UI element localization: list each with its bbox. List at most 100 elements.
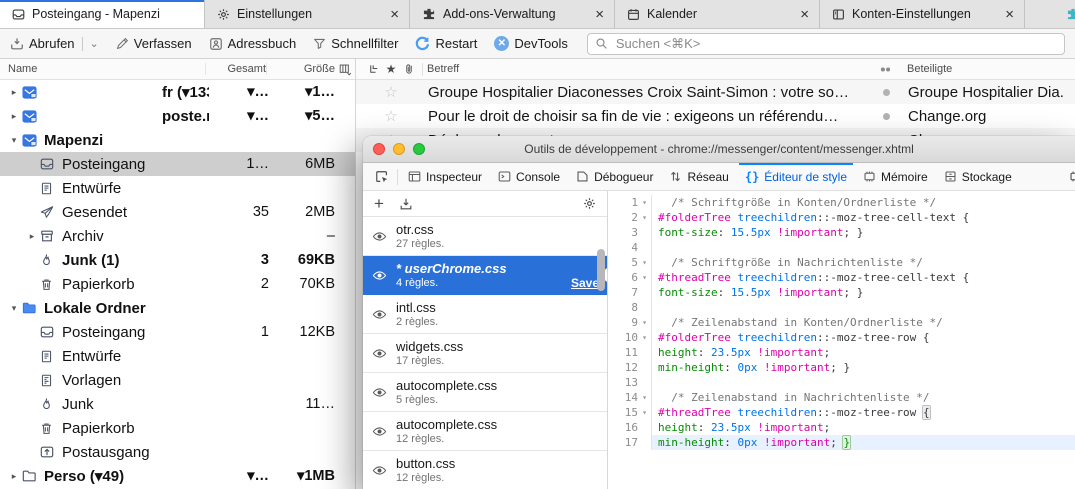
tab-add-ons-verwaltung[interactable]: Add-ons-Verwaltung×	[410, 0, 615, 28]
new-stylesheet-button[interactable]: +	[374, 196, 384, 211]
tab-close-icon[interactable]: ×	[1003, 6, 1016, 23]
twisty-icon[interactable]: ▸	[6, 111, 22, 122]
devtools-tab-d-bogueur[interactable]: Débogueur	[568, 163, 661, 190]
stylesheet-item-otr-css-0[interactable]: otr.css27 règles.	[363, 217, 607, 256]
save-link[interactable]: Save	[571, 276, 599, 290]
folder-row-archiv[interactable]: ▸Archiv–	[0, 224, 355, 248]
stylesheet-item-intl-css-2[interactable]: intl.css2 règles.	[363, 295, 607, 334]
minimize-window-button[interactable]	[393, 143, 405, 155]
close-window-button[interactable]	[373, 143, 385, 155]
devtools-titlebar[interactable]: Outils de développement - chrome://messe…	[363, 136, 1075, 163]
twisty-icon[interactable]: ▸	[6, 87, 22, 98]
folder-row-posteingang[interactable]: Posteingang1…6MB	[0, 152, 355, 176]
devtools-tab-r-seau[interactable]: Réseau	[661, 163, 736, 190]
tab-close-icon[interactable]: ×	[798, 6, 811, 23]
tab-close-icon[interactable]: ×	[388, 6, 401, 23]
folder-row-posteingang[interactable]: Posteingang112KB	[0, 320, 355, 344]
read-status-dot[interactable]	[883, 113, 890, 120]
message-row-2[interactable]: ☆Pour le droit de choisir sa fin de vie …	[356, 104, 1075, 128]
sidebar-scrollbar[interactable]	[597, 249, 605, 291]
star-column-icon[interactable]: ★	[382, 62, 400, 76]
fold-arrow-icon[interactable]: ▾	[638, 255, 651, 270]
options-gear-icon[interactable]	[583, 197, 596, 210]
get-mail-button[interactable]: Abrufen ⌄	[10, 36, 99, 51]
search-input[interactable]	[614, 35, 1057, 52]
devtools-button[interactable]: ✕ DevTools	[494, 36, 567, 51]
folder-row-papierkorb[interactable]: Papierkorb	[0, 416, 355, 440]
stylesheet-item-widgets-css-3[interactable]: widgets.css17 règles.	[363, 334, 607, 373]
eye-visibility-icon[interactable]	[372, 268, 387, 283]
pick-element-icon[interactable]	[367, 163, 397, 190]
tab-close-icon[interactable]: ×	[593, 6, 606, 23]
search-box[interactable]	[587, 33, 1065, 55]
stylesheet-item-userchrome-css-1[interactable]: * userChrome.css4 règles.Save	[363, 256, 607, 295]
message-row-1[interactable]: ☆Groupe Hospitalier Diaconesses Croix Sa…	[356, 80, 1075, 104]
fold-arrow-icon[interactable]: ▾	[638, 210, 651, 225]
devtools-tab-m-moire[interactable]: Mémoire	[855, 163, 936, 190]
devtools-tab-stockage[interactable]: Stockage	[936, 163, 1020, 190]
fold-arrow-icon[interactable]: ▾	[638, 405, 651, 420]
twisty-icon[interactable]: ▾	[6, 303, 22, 314]
devtools-tab-label: Réseau	[687, 170, 728, 184]
attachment-column-icon[interactable]	[400, 63, 418, 75]
tab-posteingang-mapenzi[interactable]: Posteingang - Mapenzi	[0, 0, 205, 28]
column-header-total[interactable]: Gesamt	[205, 63, 266, 75]
tab-kalender[interactable]: Kalender×	[615, 0, 820, 28]
folder-row-postausgang[interactable]: Postausgang	[0, 440, 355, 464]
eye-visibility-icon[interactable]	[372, 307, 387, 322]
chevron-down-icon[interactable]: ⌄	[90, 39, 99, 49]
column-header-name[interactable]: Name	[8, 63, 205, 75]
folder-row-perso-49[interactable]: ▸Perso (▾49)▾…▾1MB	[0, 464, 355, 488]
column-header-size[interactable]: Größe	[266, 63, 335, 75]
folder-row-entw-rfe[interactable]: Entwürfe	[0, 176, 355, 200]
fold-arrow-icon[interactable]: ▾	[638, 195, 651, 210]
star-icon[interactable]: ☆	[382, 83, 400, 101]
code-line-10: 10▾#folderTree treechildren::-moz-tree-r…	[608, 330, 1075, 345]
quick-filter-button[interactable]: Schnellfilter	[313, 36, 398, 51]
folder-row-gesendet[interactable]: Gesendet352MB	[0, 200, 355, 224]
thread-column-icon[interactable]	[364, 64, 382, 75]
read-status-column-icon[interactable]	[873, 66, 897, 73]
column-header-subject[interactable]: Betreff	[427, 63, 873, 75]
compose-button[interactable]: Verfassen	[116, 36, 192, 51]
column-header-correspondents[interactable]: Beteiligte	[897, 63, 1075, 75]
addon-puzzle-icon[interactable]	[1066, 7, 1075, 21]
devtools-tab-console[interactable]: Console	[490, 163, 568, 190]
tab-konten-einstellungen[interactable]: Konten-Einstellungen×	[820, 0, 1025, 28]
twisty-icon[interactable]: ▸	[6, 471, 22, 482]
folder-row-junk[interactable]: Junk11…	[0, 392, 355, 416]
tab-einstellungen[interactable]: Einstellungen×	[205, 0, 410, 28]
css-source-editor[interactable]: 1▾ /* Schriftgröße in Konten/Ordnerliste…	[608, 191, 1075, 489]
column-picker-icon[interactable]	[335, 63, 355, 76]
eye-visibility-icon[interactable]	[372, 385, 387, 400]
fold-arrow-icon[interactable]: ▾	[638, 315, 651, 330]
folder-row-junk-1[interactable]: Junk (1)369KB	[0, 248, 355, 272]
address-book-button[interactable]: Adressbuch	[209, 36, 297, 51]
fold-arrow-icon[interactable]: ▾	[638, 270, 651, 285]
fold-arrow-icon[interactable]: ▾	[638, 330, 651, 345]
folder-row-entw-rfe[interactable]: Entwürfe	[0, 344, 355, 368]
folder-row-mapenzi[interactable]: ▾Mapenzi	[0, 128, 355, 152]
read-status-dot[interactable]	[883, 89, 890, 96]
style-editor-toolbar: +	[363, 191, 607, 217]
eye-visibility-icon[interactable]	[372, 346, 387, 361]
stylesheet-item-autocomplete-css-4[interactable]: autocomplete.css5 règles.	[363, 373, 607, 412]
eye-visibility-icon[interactable]	[372, 229, 387, 244]
folder-row-lokale-ordner[interactable]: ▾Lokale Ordner	[0, 296, 355, 320]
folder-row-papierkorb[interactable]: Papierkorb270KB	[0, 272, 355, 296]
zoom-window-button[interactable]	[413, 143, 425, 155]
more-tools-icon[interactable]	[1069, 170, 1075, 183]
import-stylesheet-icon[interactable]	[399, 197, 413, 211]
folder-row-vorlagen[interactable]: Vorlagen	[0, 368, 355, 392]
eye-visibility-icon[interactable]	[372, 424, 387, 439]
star-icon[interactable]: ☆	[382, 107, 400, 125]
devtools-tab-diteur-de-style[interactable]: {}Éditeur de style	[737, 163, 855, 190]
restart-button[interactable]: Restart	[415, 36, 477, 51]
devtools-tab-inspecteur[interactable]: Inspecteur	[400, 163, 490, 190]
twisty-icon[interactable]: ▾	[6, 135, 22, 146]
stylesheet-item-autocomplete-css-5[interactable]: autocomplete.css12 règles.	[363, 412, 607, 451]
eye-visibility-icon[interactable]	[372, 463, 387, 478]
twisty-icon[interactable]: ▸	[24, 231, 40, 242]
stylesheet-item-button-css-6[interactable]: button.css12 règles.	[363, 451, 607, 489]
fold-arrow-icon[interactable]: ▾	[638, 390, 651, 405]
